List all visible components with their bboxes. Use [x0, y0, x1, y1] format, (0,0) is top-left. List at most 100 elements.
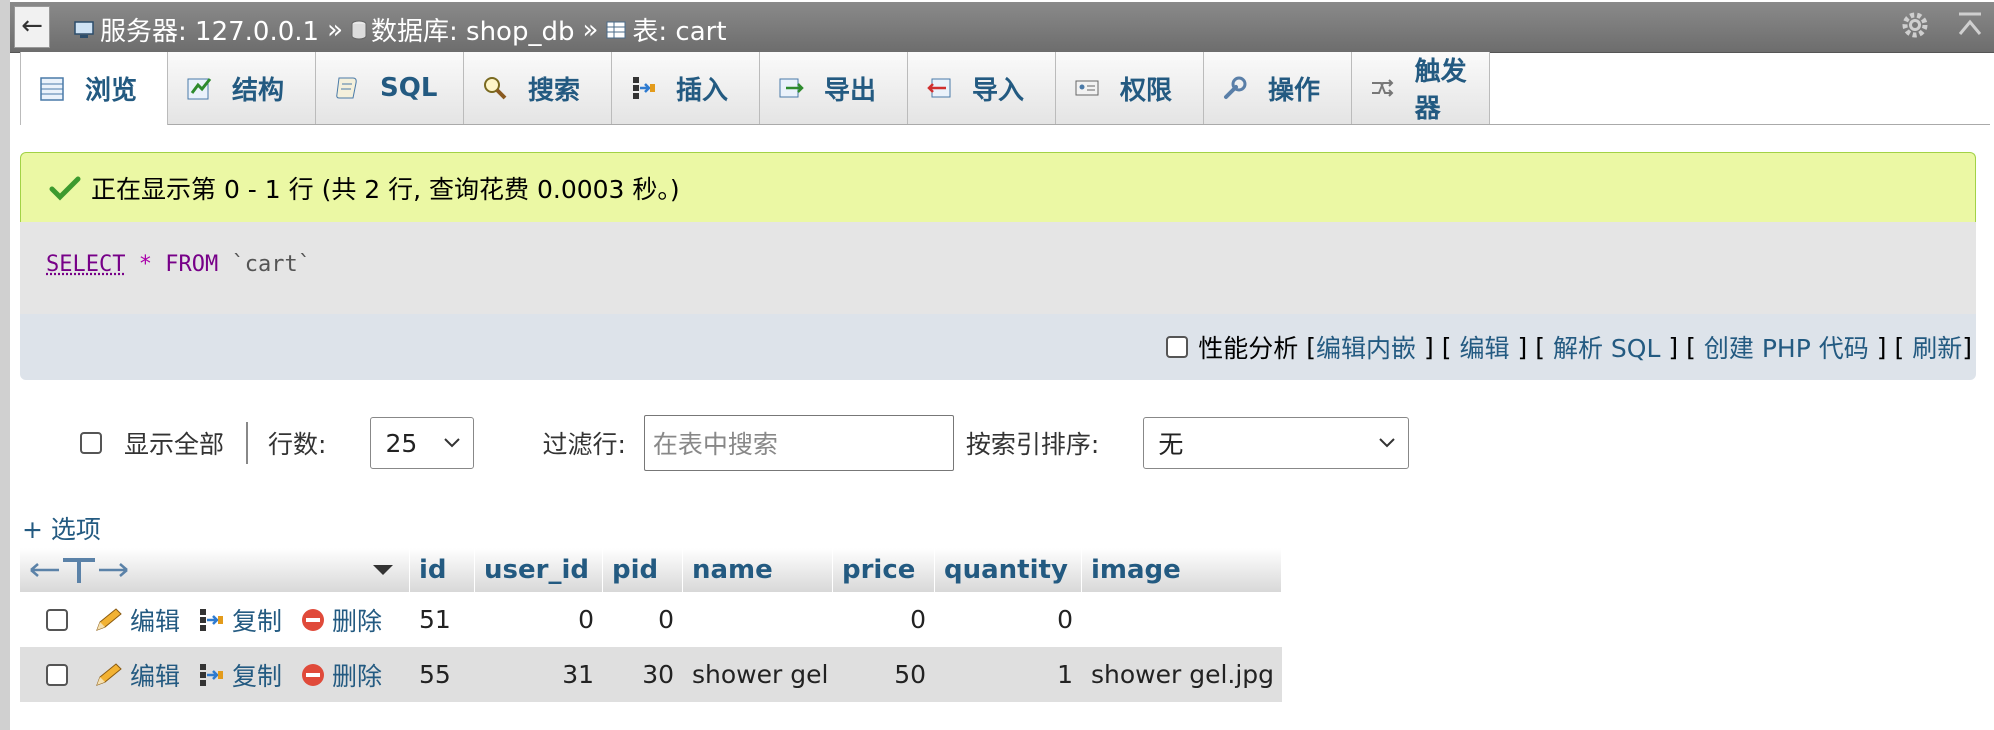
collapse-nav-button[interactable]: ← — [14, 6, 50, 48]
cell-pid[interactable]: 0 — [603, 592, 683, 647]
server-icon — [74, 20, 94, 38]
cell-id[interactable]: 55 — [410, 647, 475, 702]
column-header-user-id[interactable]: user_id — [475, 548, 603, 592]
profiling-label: 性能分析 — [1198, 334, 1299, 363]
cell-id[interactable]: 51 — [410, 592, 475, 647]
cell-quantity[interactable]: 1 — [935, 647, 1082, 702]
breadcrumb-bar: ← 服务器: 127.0.0.1 » 数据库: shop_db » 表: car… — [10, 2, 1994, 53]
results-navigation: 显示全部 行数: 25 过滤行: 在表中搜索 按索引排序: 无 — [80, 414, 1410, 472]
structure-icon — [187, 78, 212, 100]
tab-insert[interactable]: 插入 — [612, 52, 760, 124]
column-header-price[interactable]: price — [833, 548, 935, 592]
sort-by-key-label: 按索引排序: — [965, 430, 1100, 459]
database-icon — [351, 20, 367, 39]
filter-rows-input[interactable]: 在表中搜索 — [643, 415, 954, 471]
tab-structure[interactable]: 结构 — [168, 52, 316, 124]
rows-per-page-select[interactable]: 25 — [370, 417, 475, 469]
row-actions: 编辑 复制 删除 — [20, 592, 410, 647]
cell-image[interactable] — [1082, 592, 1282, 647]
rows-label: 行数: — [268, 430, 327, 459]
cell-quantity[interactable]: 0 — [935, 592, 1082, 647]
cell-name[interactable]: shower gel — [683, 647, 833, 702]
tab-import[interactable]: 导入 — [908, 52, 1056, 124]
breadcrumb-server[interactable]: 服务器: 127.0.0.1 — [74, 11, 319, 48]
tab-search[interactable]: 搜索 — [464, 52, 612, 124]
tab-triggers[interactable]: 触发器 — [1352, 52, 1490, 124]
sql-query-display: SELECT * FROM `cart` — [20, 222, 1976, 314]
profiling-checkbox[interactable] — [1166, 336, 1189, 358]
show-all-checkbox[interactable] — [80, 432, 102, 454]
row-checkbox[interactable] — [46, 663, 68, 686]
privileges-icon — [1075, 80, 1099, 96]
edit-row-button[interactable]: 编辑 — [94, 657, 180, 693]
breadcrumb-table[interactable]: 表: cart — [606, 11, 727, 48]
cell-user-id[interactable]: 31 — [475, 647, 603, 702]
divider — [246, 422, 249, 464]
import-icon — [927, 78, 951, 98]
sort-by-key-select[interactable]: 无 — [1143, 417, 1410, 469]
refresh-link[interactable]: 刷新 — [1912, 329, 1962, 365]
wrench-icon — [1224, 76, 1247, 99]
table-icon — [606, 21, 626, 38]
delete-icon — [302, 608, 325, 631]
sql-select-keyword[interactable]: SELECT — [46, 252, 125, 277]
column-header-quantity[interactable]: quantity — [935, 548, 1082, 592]
edit-row-button[interactable]: 编辑 — [94, 602, 180, 638]
chevron-down-icon — [444, 438, 461, 448]
filter-label: 过滤行: — [542, 430, 626, 459]
breadcrumb-database[interactable]: 数据库: shop_db — [351, 11, 574, 48]
tab-privileges[interactable]: 权限 — [1056, 52, 1204, 124]
column-header-image[interactable]: image — [1082, 548, 1282, 592]
cell-price[interactable]: 50 — [833, 647, 935, 702]
create-php-code-link[interactable]: 创建 PHP 代码 — [1704, 329, 1869, 365]
copy-icon — [200, 663, 224, 686]
sql-from-keyword: FROM — [165, 252, 219, 277]
cell-pid[interactable]: 30 — [603, 647, 683, 702]
cell-user-id[interactable]: 0 — [475, 592, 603, 647]
options-link[interactable]: + 选项 — [22, 510, 101, 546]
edit-sql-link[interactable]: 编辑 — [1460, 329, 1510, 365]
left-edge — [0, 0, 10, 730]
insert-icon — [633, 77, 655, 99]
collapse-up-icon[interactable] — [1956, 10, 1984, 40]
table-row: 编辑 复制 删除 55 31 30 shower gel 50 1 shower… — [20, 647, 1282, 702]
search-icon — [484, 77, 507, 100]
browse-icon — [40, 76, 64, 101]
sql-actions-bar: 性能分析 [ 编辑内嵌 ] [ 编辑 ] [ 解析 SQL ] [ 创建 PHP… — [20, 314, 1976, 380]
column-header-name[interactable]: name — [683, 548, 833, 592]
copy-row-button[interactable]: 复制 — [198, 657, 282, 693]
chevron-down-icon — [1379, 438, 1396, 448]
sql-star: * — [138, 252, 152, 277]
row-checkbox[interactable] — [46, 608, 68, 631]
show-all-label: 显示全部 — [124, 430, 225, 459]
message-text: 正在显示第 0 - 1 行 (共 2 行, 查询花费 0.0003 秒。) — [91, 174, 680, 204]
pencil-icon — [96, 607, 122, 631]
sql-icon — [336, 77, 357, 99]
column-header-id[interactable]: id — [410, 548, 475, 592]
success-message: 正在显示第 0 - 1 行 (共 2 行, 查询花费 0.0003 秒。) — [20, 152, 1976, 222]
delete-row-button[interactable]: 删除 — [300, 602, 382, 638]
cell-price[interactable]: 0 — [833, 592, 935, 647]
tab-export[interactable]: 导出 — [760, 52, 908, 124]
copy-icon — [200, 608, 224, 631]
cell-name[interactable] — [683, 592, 833, 647]
tab-browse[interactable]: 浏览 — [20, 52, 168, 125]
pencil-icon — [96, 662, 122, 686]
row-actions: 编辑 复制 删除 — [20, 647, 410, 702]
gear-icon[interactable] — [1900, 10, 1930, 40]
column-toggle-header[interactable] — [20, 548, 410, 592]
delete-row-button[interactable]: 删除 — [300, 657, 382, 693]
column-header-pid[interactable]: pid — [603, 548, 683, 592]
tab-operations[interactable]: 操作 — [1204, 52, 1352, 124]
breadcrumb: 服务器: 127.0.0.1 » 数据库: shop_db » 表: cart — [74, 11, 727, 48]
delete-icon — [302, 663, 325, 686]
copy-row-button[interactable]: 复制 — [198, 602, 282, 638]
explain-sql-link[interactable]: 解析 SQL — [1553, 329, 1660, 365]
table-tabs: 浏览 结构 SQL 搜索 插入 导出 导入 权限 操作 触发器 — [20, 52, 1990, 125]
inline-edit-link[interactable]: 编辑内嵌 — [1316, 329, 1416, 365]
cell-image[interactable]: shower gel.jpg — [1082, 647, 1282, 702]
tab-sql[interactable]: SQL — [316, 52, 464, 124]
caret-down-icon[interactable] — [371, 563, 395, 577]
results-table: id user_id pid name price quantity image… — [20, 548, 1282, 702]
table-header-row: id user_id pid name price quantity image — [20, 548, 1282, 592]
